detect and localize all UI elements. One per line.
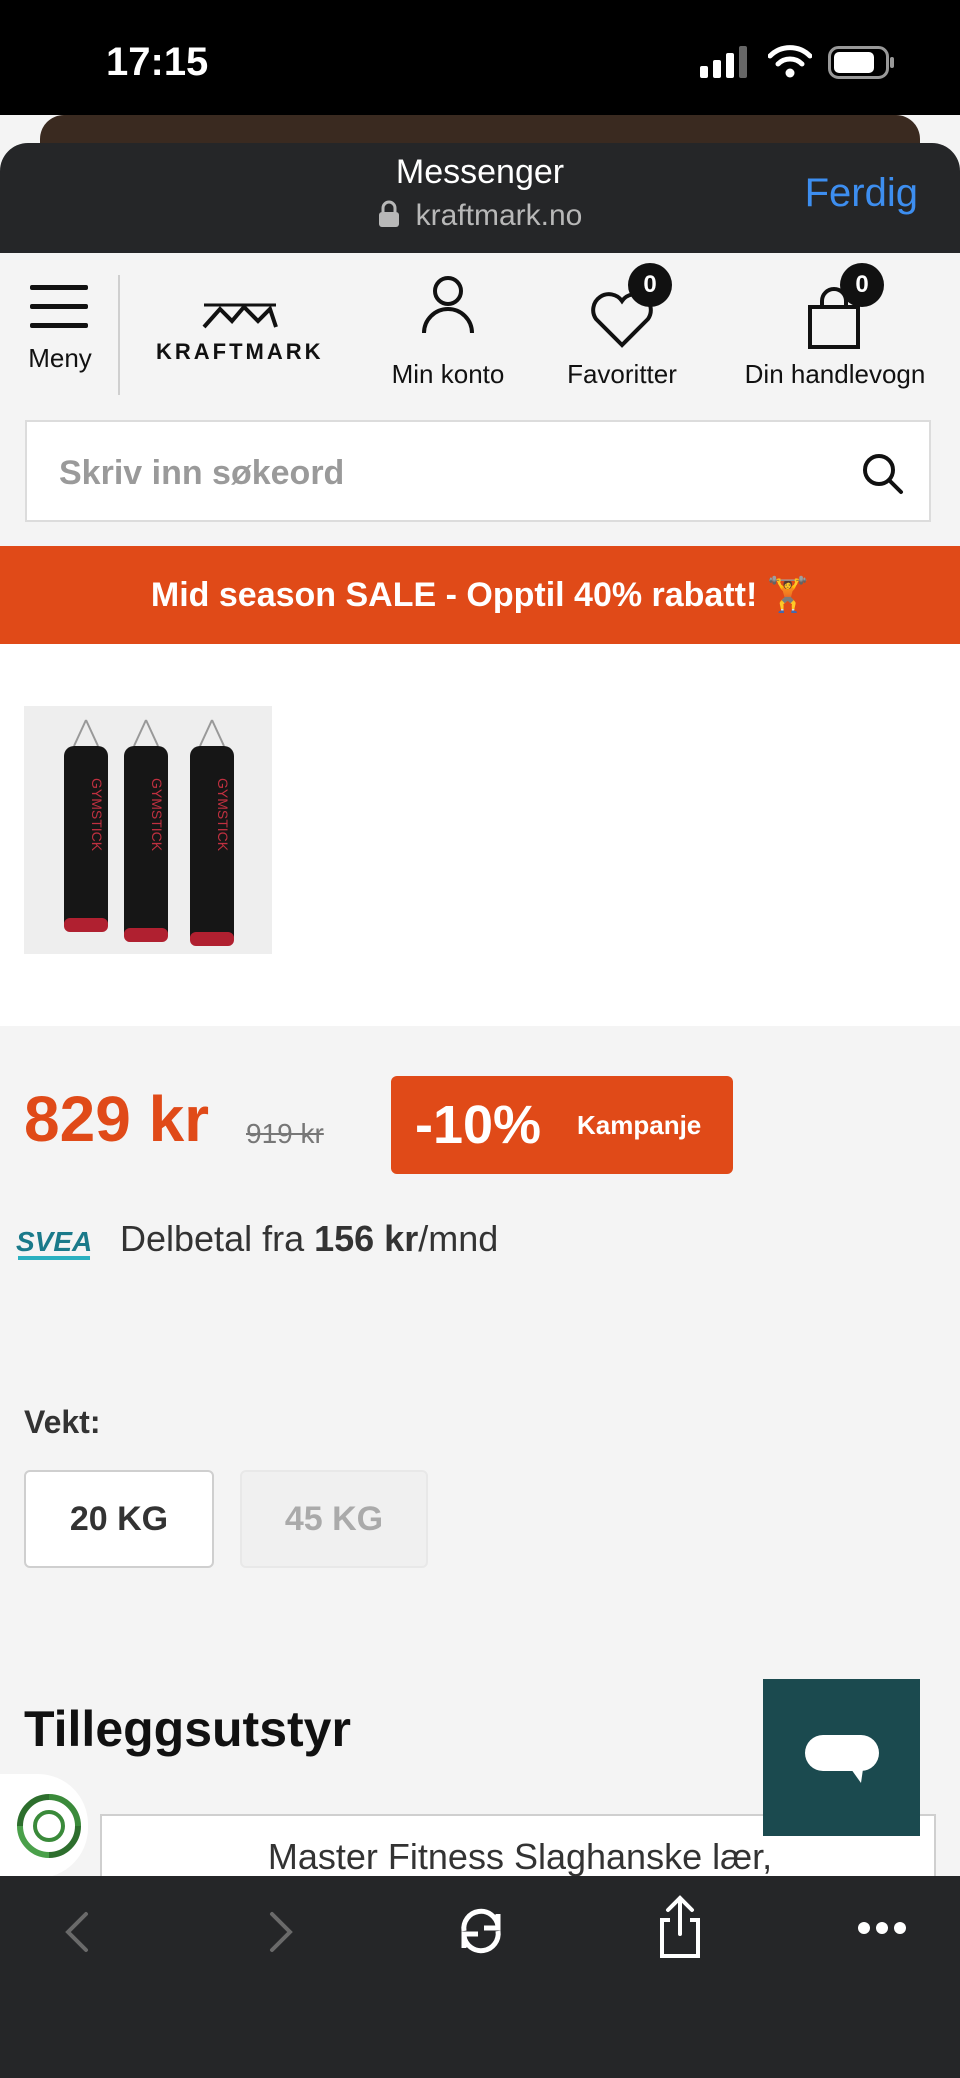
discount-label: Kampanje (577, 1110, 702, 1140)
old-price: 919 kr (246, 1118, 324, 1149)
logo-text: KRAFTMARK (156, 339, 324, 364)
svea-logo-underline (18, 1256, 90, 1260)
done-button[interactable]: Ferdig (805, 171, 918, 216)
lock-icon (378, 200, 399, 227)
favorites-count-badge: 0 (628, 263, 672, 307)
search-input[interactable] (57, 444, 841, 502)
installment-text: Delbetal fra 156 kr/mnd (120, 1218, 498, 1260)
header-divider (118, 275, 120, 395)
hamburger-icon (30, 285, 88, 328)
favorites-button[interactable]: 0 Favoritter (552, 263, 692, 395)
browser-toolbar (0, 1876, 960, 2078)
more-icon[interactable] (856, 1920, 908, 1936)
background-sheet (40, 115, 920, 145)
recycle-icon (17, 1794, 81, 1858)
kraftmark-logo-icon (202, 303, 278, 329)
discount-percent: -10% (415, 1095, 542, 1155)
search-bar (25, 420, 931, 522)
discount-badge: -10% Kampanje (391, 1076, 733, 1174)
installment-suffix: /mnd (418, 1218, 499, 1259)
account-label: Min konto (391, 359, 505, 389)
product-image-area: GYMSTICK GYMSTICK GYMSTICK (0, 644, 960, 1026)
cart-count-badge: 0 (840, 263, 884, 307)
svg-text:GYMSTICK: GYMSTICK (215, 778, 231, 852)
share-icon[interactable] (656, 1894, 704, 1960)
status-bar: 17:15 (0, 0, 960, 115)
site-header: Meny KRAFTMARK Min konto 0 Favoritter 0 … (0, 253, 960, 413)
chat-button[interactable] (763, 1679, 920, 1836)
battery-icon (828, 46, 894, 79)
product-thumbnail[interactable]: GYMSTICK GYMSTICK GYMSTICK (24, 706, 272, 954)
cart-button[interactable]: 0 Din handlevogn (730, 263, 940, 395)
account-button[interactable]: Min konto (382, 275, 514, 395)
svea-logo: SVEA (16, 1226, 93, 1257)
chat-bubble-icon (805, 1735, 879, 1783)
svg-text:GYMSTICK: GYMSTICK (149, 778, 165, 852)
url-text: kraftmark.no (415, 199, 583, 232)
favorites-label: Favoritter (567, 359, 677, 389)
wifi-icon (768, 45, 812, 78)
cart-label: Din handlevogn (744, 359, 926, 389)
menu-button[interactable]: Meny (22, 283, 98, 393)
weight-option-20kg[interactable]: 20 KG (24, 1470, 214, 1568)
logo[interactable]: KRAFTMARK (150, 301, 330, 371)
addon-item-name: Master Fitness Slaghanske lær, (267, 1836, 773, 1877)
installment-prefix: Delbetal fra (120, 1218, 315, 1259)
product-price: 829 kr (24, 1083, 210, 1155)
weight-label: Vekt: (24, 1404, 101, 1440)
installment-amount: 156 kr (314, 1218, 419, 1259)
reload-icon[interactable] (454, 1904, 508, 1958)
forward-icon[interactable] (266, 1910, 296, 1954)
svg-text:GYMSTICK: GYMSTICK (89, 778, 105, 852)
back-icon[interactable] (62, 1910, 92, 1954)
search-icon[interactable] (861, 452, 905, 496)
browser-header: Messenger kraftmark.no Ferdig (0, 143, 960, 253)
signal-icon (700, 46, 747, 78)
addons-heading: Tilleggsutstyr (24, 1701, 351, 1757)
eco-badge[interactable] (0, 1774, 88, 1878)
punching-bag-image: GYMSTICK GYMSTICK GYMSTICK (64, 719, 234, 946)
user-icon (422, 276, 474, 334)
sale-banner[interactable]: Mid season SALE - Opptil 40% rabatt! 🏋️ (0, 546, 960, 644)
weight-option-45kg[interactable]: 45 KG (240, 1470, 428, 1568)
status-time: 17:15 (106, 40, 209, 84)
menu-label: Meny (28, 343, 92, 373)
